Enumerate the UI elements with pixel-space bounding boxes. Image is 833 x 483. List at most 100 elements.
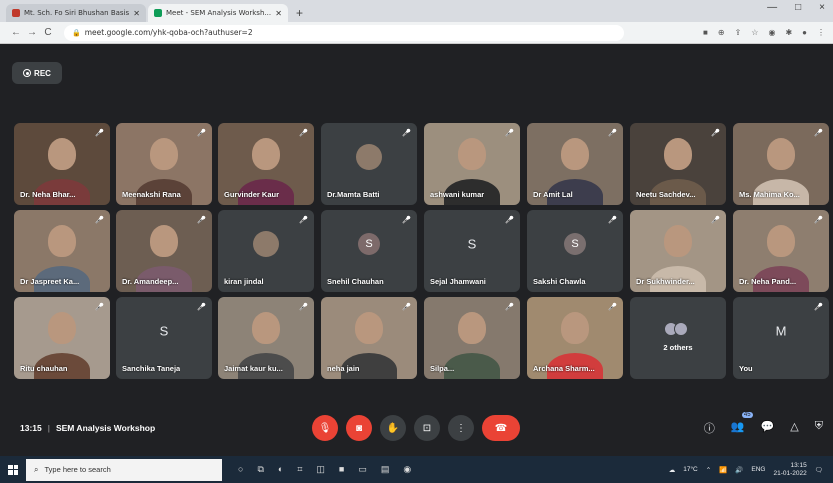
tray-chevron-icon[interactable]: ⌃ [706, 466, 711, 474]
participant-tile[interactable]: 🎤 Archana Sharm... [527, 297, 623, 379]
participant-avatar [253, 231, 279, 258]
weather-icon[interactable]: ☁ [669, 466, 676, 474]
participant-video-face [664, 224, 692, 257]
menu-icon[interactable]: ⋮ [817, 28, 825, 37]
participant-tile[interactable]: 🎤 Dr Amit Lal [527, 123, 623, 205]
taskbar-clock[interactable]: 13:15 21-01-2022 [773, 462, 806, 478]
participant-tile[interactable]: 🎤 Gurvinder Kaur [218, 123, 314, 205]
extensions-puzzle-icon[interactable]: ✱ [785, 28, 792, 37]
participant-tile[interactable]: S 🎤 Sakshi Chawla [527, 210, 623, 292]
notifications-icon[interactable]: 🗨 [815, 466, 823, 474]
teams-icon[interactable]: ⌗ [297, 464, 302, 475]
camera-off-button[interactable]: ◙ [346, 415, 372, 441]
participant-video-face [150, 137, 178, 170]
host-controls-icon[interactable]: ⛨ [815, 420, 823, 436]
participant-tile[interactable]: 🎤 Ms. Mahima Ko... [733, 123, 829, 205]
meeting-title: SEM Analysis Workshop [55, 423, 156, 433]
minimize-button[interactable]: — [767, 2, 777, 13]
reload-button[interactable]: C [40, 27, 56, 38]
browser-tab-active[interactable]: Meet - SEM Analysis Worksh... ✕ [148, 4, 288, 22]
url-field[interactable]: 🔒 meet.google.com/yhk-qoba-och?authuser=… [64, 24, 624, 41]
camera-indicator-icon[interactable]: ■ [703, 28, 708, 37]
participant-tile[interactable]: 🎤 Dr Sukhwinder... [630, 210, 726, 292]
participant-tile[interactable]: 🎤 Silpa... [424, 297, 520, 379]
new-tab-button[interactable]: + [296, 4, 303, 22]
participant-tile[interactable]: S 🎤 Sanchika Taneja [116, 297, 212, 379]
participant-name: Sanchika Taneja [122, 364, 181, 373]
present-button[interactable]: ⊡ [414, 415, 440, 441]
forward-button[interactable]: → [24, 27, 40, 38]
muted-mic-icon: 🎤 [505, 217, 514, 224]
bookmark-star-icon[interactable]: ☆ [751, 28, 758, 37]
participant-tile[interactable]: 🎤 Jaimat kaur ku... [218, 297, 314, 379]
participant-name: Dr. Neha Bhar... [20, 190, 76, 199]
participant-tile[interactable]: M 🎤 You [733, 297, 829, 379]
task-view-icon[interactable]: ⧉ [257, 464, 263, 475]
participant-tile[interactable]: 🎤 kiran jindal [218, 210, 314, 292]
participant-name: Dr.Mamta Batti [327, 190, 380, 199]
browser-tab-strip: Mt. Sch. Fo Siri Bhushan Basishtar Co. ✕… [0, 0, 833, 22]
zoom-icon[interactable]: ⊕ [718, 28, 725, 37]
participant-tile[interactable]: 🎤 Dr. Amandeep... [116, 210, 212, 292]
taskbar-search[interactable]: ⌕ Type here to search [26, 458, 222, 481]
windows-logo-icon [8, 464, 18, 475]
muted-mic-icon: 🎤 [95, 130, 104, 137]
language-indicator[interactable]: ENG [751, 466, 765, 473]
chat-icon[interactable]: 💬 [761, 420, 775, 436]
muted-mic-icon: 🎤 [95, 217, 104, 224]
activities-icon[interactable]: △ [790, 420, 798, 436]
participant-tile[interactable]: 🎤 Dr. Neha Bhar... [14, 123, 110, 205]
participant-tile[interactable]: S 🎤 Sejal Jhamwani [424, 210, 520, 292]
participant-initial-avatar: S [358, 233, 380, 256]
participant-tile[interactable]: S 🎤 Snehil Chauhan [321, 210, 417, 292]
more-options-button[interactable]: ⋮ [448, 415, 474, 441]
muted-mic-icon: 🎤 [197, 304, 206, 311]
cortana-icon[interactable]: ○ [238, 464, 243, 475]
volume-icon[interactable]: 🔊 [735, 466, 743, 474]
participant-tile[interactable]: 🎤 Dr.Mamta Batti [321, 123, 417, 205]
explorer-icon[interactable]: ▭ [358, 464, 367, 475]
participant-tile[interactable]: 🎤 ashwani kumar [424, 123, 520, 205]
participant-video-face [48, 224, 76, 257]
store-icon[interactable]: ◫ [316, 464, 325, 475]
mic-off-button[interactable]: 🎙 [312, 415, 338, 441]
leave-call-button[interactable]: ☎ [482, 415, 520, 441]
window-controls: — □ × [767, 2, 825, 13]
participant-video-face [48, 311, 76, 344]
participant-tile[interactable]: 🎤 Meenakshi Rana [116, 123, 212, 205]
chrome-icon[interactable]: ◉ [403, 464, 411, 475]
people-icon[interactable]: 👥 45 [731, 412, 753, 436]
info-icon[interactable]: ⓘ [704, 420, 715, 436]
side-panel-controls: ⓘ 👥 45 💬 △ ⛨ [704, 412, 823, 436]
recording-indicator[interactable]: REC [12, 62, 62, 84]
back-button[interactable]: ← [8, 27, 24, 38]
participant-tile[interactable]: 🎤 Dr. Neha Pand... [733, 210, 829, 292]
start-button[interactable] [0, 456, 26, 483]
share-icon[interactable]: ⇪ [735, 28, 742, 37]
network-icon[interactable]: 📶 [719, 466, 727, 474]
participant-name: Neetu Sachdev... [636, 190, 696, 199]
participant-video-face [150, 224, 178, 257]
participant-name: Dr Jaspreet Ka... [20, 277, 80, 286]
participant-tile[interactable]: 🎤 Ritu chauhan [14, 297, 110, 379]
participant-tile[interactable]: 🎤 Neetu Sachdev... [630, 123, 726, 205]
participant-tile[interactable]: 2 others [630, 297, 726, 379]
raise-hand-button[interactable]: ✋ [380, 415, 406, 441]
participant-name: Ritu chauhan [20, 364, 68, 373]
app-icon[interactable]: ■ [339, 464, 344, 475]
close-tab-icon[interactable]: ✕ [133, 9, 140, 18]
extension-icon[interactable]: ◉ [768, 28, 775, 37]
files-icon[interactable]: ▤ [381, 464, 390, 475]
participant-video-face [767, 224, 795, 257]
participant-tile[interactable]: 🎤 Dr Jaspreet Ka... [14, 210, 110, 292]
maximize-button[interactable]: □ [795, 2, 801, 13]
participant-video-face [561, 311, 589, 344]
participant-name: Sejal Jhamwani [430, 277, 486, 286]
browser-tab[interactable]: Mt. Sch. Fo Siri Bhushan Basishtar Co. ✕ [6, 4, 146, 22]
edge-icon[interactable]: ◐ [278, 464, 283, 475]
close-tab-icon[interactable]: ✕ [275, 9, 282, 18]
participant-tile[interactable]: 🎤 neha jain [321, 297, 417, 379]
close-window-button[interactable]: × [819, 2, 825, 13]
profile-avatar[interactable]: ● [802, 28, 807, 37]
participant-count-badge: 45 [741, 412, 753, 418]
